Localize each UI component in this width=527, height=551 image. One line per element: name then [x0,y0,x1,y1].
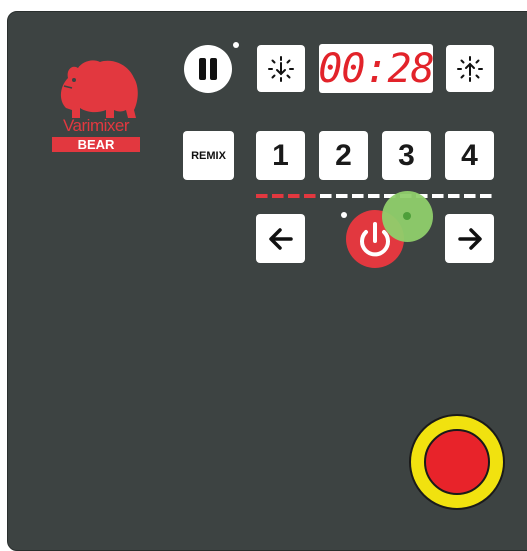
progress-segment-empty [336,194,348,198]
brand-sub: BEAR [52,137,140,152]
progress-segment-filled [256,194,268,198]
pause-icon [197,58,219,80]
progress-segment-filled [304,194,316,198]
arrow-right-icon [457,227,482,250]
speed-3-button[interactable]: 3 [382,131,431,180]
progress-segment-filled [272,194,284,198]
emergency-stop-button[interactable] [409,414,505,510]
timer-increase-button[interactable] [446,45,494,92]
timer-display: 00:28 [318,44,435,93]
progress-segment-filled [288,194,300,198]
remix-button[interactable]: REMIX [183,131,234,180]
progress-segment-empty [464,194,476,198]
progress-segment-empty [352,194,364,198]
speed-1-button[interactable]: 1 [256,131,305,180]
progress-indicator [256,194,492,198]
right-button[interactable] [445,214,494,263]
timer-decrease-button[interactable] [257,45,305,92]
pause-button[interactable] [184,45,232,93]
touch-indicator-center [403,212,411,220]
progress-segment-empty [320,194,332,198]
speed-4-button[interactable]: 4 [445,131,494,180]
progress-segment-empty [480,194,492,198]
arrow-left-icon [268,227,293,250]
progress-segment-empty [432,194,444,198]
speed-2-button[interactable]: 2 [319,131,368,180]
left-button[interactable] [256,214,305,263]
pause-status-dot [233,42,239,48]
progress-segment-empty [448,194,460,198]
timer-decrease-icon [268,55,294,82]
emergency-stop-cap [424,429,490,495]
progress-segment-empty [368,194,380,198]
timer-increase-icon [457,55,483,82]
brand-name: Varimixer [62,116,130,135]
